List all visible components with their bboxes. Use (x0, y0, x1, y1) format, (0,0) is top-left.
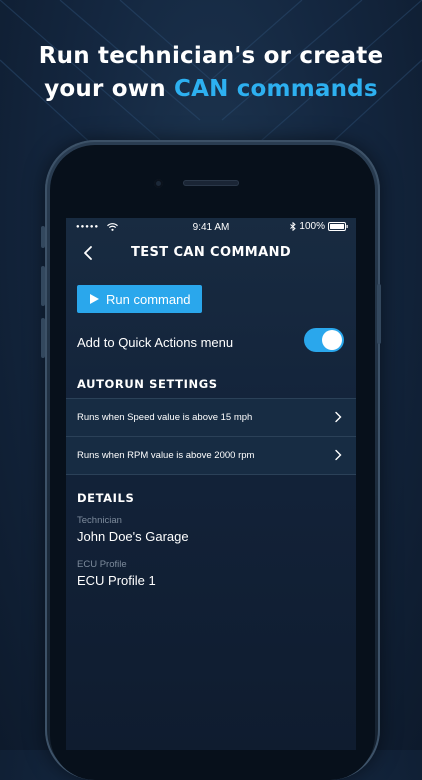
technician-label: Technician (77, 515, 122, 526)
bluetooth-icon (290, 222, 297, 231)
battery-percent: 100% (299, 221, 325, 232)
battery-icon (328, 222, 348, 231)
promo-line-2-prefix: your own (44, 76, 174, 102)
status-bar: ●●●●● 9:41 AM 100% (66, 218, 356, 238)
promo-line-1: Run technician's or create (38, 43, 384, 69)
autorun-item-label: Runs when RPM value is above 2000 rpm (77, 450, 255, 461)
quick-actions-label: Add to Quick Actions menu (77, 335, 234, 350)
play-icon (90, 294, 99, 304)
page-title: TEST CAN COMMAND (130, 245, 292, 260)
phone-camera (154, 179, 163, 188)
autorun-list: Runs when Speed value is above 15 mph Ru… (66, 398, 356, 475)
quick-actions-toggle[interactable] (304, 328, 344, 352)
run-command-label: Run command (106, 291, 191, 307)
technician-value: John Doe's Garage (77, 529, 189, 544)
autorun-settings-title: AUTORUN SETTINGS (77, 377, 218, 391)
chevron-right-icon (335, 449, 342, 461)
run-command-button[interactable]: Run command (77, 285, 202, 313)
phone-power-button (377, 284, 381, 344)
phone-volume-down-button (41, 318, 45, 358)
promo-line-2-accent: CAN commands (173, 76, 378, 102)
promo-line-2: your own CAN commands (0, 73, 422, 106)
phone-mute-button (41, 226, 45, 248)
phone-speaker (183, 180, 239, 186)
promo-headline: Run technician's or create your own CAN … (0, 40, 422, 106)
autorun-item-rpm[interactable]: Runs when RPM value is above 2000 rpm (66, 436, 356, 474)
details-title: DETAILS (77, 491, 135, 505)
phone-volume-up-button (41, 266, 45, 306)
ecu-profile-value: ECU Profile 1 (77, 573, 156, 588)
autorun-item-label: Runs when Speed value is above 15 mph (77, 412, 253, 423)
app-screen: ●●●●● 9:41 AM 100% TEST CAN COMMAND Run … (66, 218, 356, 750)
toggle-knob (322, 330, 342, 350)
chevron-right-icon (335, 411, 342, 423)
battery-indicator: 100% (290, 221, 348, 232)
navigation-bar: TEST CAN COMMAND (66, 238, 356, 268)
ecu-profile-label: ECU Profile (77, 559, 127, 570)
autorun-item-speed[interactable]: Runs when Speed value is above 15 mph (66, 399, 356, 436)
